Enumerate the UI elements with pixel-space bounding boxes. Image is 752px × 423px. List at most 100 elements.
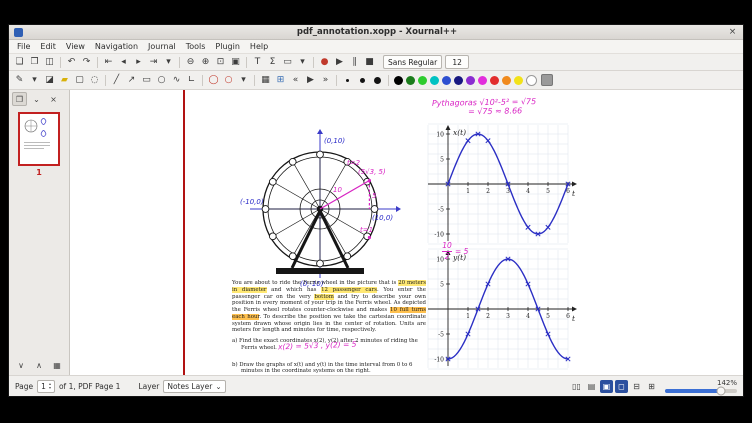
ellipse-shape-icon[interactable]: ○ bbox=[155, 74, 168, 87]
thickness-fine-icon[interactable] bbox=[341, 74, 354, 87]
audio-record-icon[interactable]: ● bbox=[318, 56, 331, 69]
color-magenta[interactable] bbox=[478, 76, 487, 85]
eraser-tool-icon[interactable]: ◪ bbox=[43, 74, 56, 87]
audio-playback-icon[interactable]: ▶ bbox=[304, 74, 317, 87]
font-size-input[interactable]: 12 bbox=[445, 55, 469, 69]
select-rect-icon[interactable]: ▢ bbox=[73, 74, 86, 87]
audio-forward-icon[interactable]: » bbox=[319, 74, 332, 87]
color-teal[interactable] bbox=[430, 76, 439, 85]
sidebar: ❐⌄× 1 ∨∧▦ bbox=[9, 90, 70, 375]
note-height: 5 bbox=[372, 192, 377, 200]
select-lasso-icon[interactable]: ◌ bbox=[88, 74, 101, 87]
toolbar-main-icons: ❏❐◫↶↷⇤◂▸⇥▾⊖⊕⊡▣TΣ▭▾●▶∥■ bbox=[12, 56, 377, 69]
font-selector[interactable]: Sans Regular bbox=[383, 55, 442, 69]
color-dark-green[interactable] bbox=[406, 76, 415, 85]
menu-item-help[interactable]: Help bbox=[245, 41, 273, 52]
zoom-out-icon[interactable]: ⊖ bbox=[184, 56, 197, 69]
item-b: b) Draw the graphs of x(t) and y(t) in t… bbox=[232, 362, 426, 376]
dual-page-view-icon[interactable]: ▯▯ bbox=[570, 380, 583, 393]
layer-selector[interactable]: Notes Layer ⌄ bbox=[163, 380, 225, 393]
page-number-input[interactable]: 1 ▴▾ bbox=[37, 380, 55, 393]
shape-menu-icon[interactable]: ▾ bbox=[296, 56, 309, 69]
audio-play-icon[interactable]: ▶ bbox=[333, 56, 346, 69]
move-page-up-icon[interactable]: ∧ bbox=[32, 358, 47, 372]
audio-rewind-icon[interactable]: « bbox=[289, 74, 302, 87]
page-thumbnail[interactable] bbox=[18, 112, 60, 166]
arrow-shape-icon[interactable]: ↗ bbox=[125, 74, 138, 87]
svg-text:3: 3 bbox=[506, 313, 510, 320]
previous-page-icon[interactable]: ◂ bbox=[117, 56, 130, 69]
page-preview-tab-icon[interactable]: ❐ bbox=[12, 92, 27, 106]
shape-recognizer-icon[interactable]: ◯ bbox=[207, 74, 220, 87]
highlighter-tool-icon[interactable]: ▰ bbox=[58, 74, 71, 87]
color-black[interactable] bbox=[394, 76, 403, 85]
open-document-icon[interactable]: ❐ bbox=[28, 56, 41, 69]
undo-icon[interactable]: ↶ bbox=[65, 56, 78, 69]
sidebar-close-icon[interactable]: × bbox=[46, 92, 61, 106]
tool-menu-icon[interactable]: ▾ bbox=[237, 74, 250, 87]
color-red[interactable] bbox=[490, 76, 499, 85]
menu-item-file[interactable]: File bbox=[12, 41, 35, 52]
pen-tool-icon[interactable]: ✎ bbox=[13, 74, 26, 87]
grid-layout-icon[interactable]: ▤ bbox=[585, 380, 598, 393]
image-tool-icon[interactable]: ▦ bbox=[259, 74, 272, 87]
presentation-mode-icon[interactable]: ▣ bbox=[600, 380, 613, 393]
new-document-icon[interactable]: ❏ bbox=[13, 56, 26, 69]
draw-circle-icon[interactable]: ○ bbox=[222, 74, 235, 87]
coordinate-system-icon[interactable]: ∟ bbox=[185, 74, 198, 87]
first-page-icon[interactable]: ⇤ bbox=[102, 56, 115, 69]
margin-line bbox=[183, 90, 185, 375]
color-yellow[interactable] bbox=[514, 76, 523, 85]
zoom-fit-icon[interactable]: ⊡ bbox=[214, 56, 227, 69]
svg-text:6: 6 bbox=[566, 313, 570, 320]
paragraph-text: . To describe the position we take the c… bbox=[232, 314, 426, 334]
color-orange[interactable] bbox=[502, 76, 511, 85]
page-menu-icon[interactable]: ▾ bbox=[162, 56, 175, 69]
sidebar-menu-icon[interactable]: ⌄ bbox=[29, 92, 44, 106]
thickness-medium-icon[interactable] bbox=[356, 74, 369, 87]
window-close-button[interactable]: × bbox=[727, 27, 738, 37]
rectangle-shape-icon[interactable]: ▭ bbox=[140, 74, 153, 87]
zoom-in-icon[interactable]: ⊕ bbox=[199, 56, 212, 69]
color-blue[interactable] bbox=[442, 76, 451, 85]
math-tex-icon[interactable]: Σ bbox=[266, 56, 279, 69]
redo-icon[interactable]: ↷ bbox=[80, 56, 93, 69]
color-white[interactable] bbox=[526, 75, 537, 86]
thickness-thick-icon[interactable] bbox=[371, 74, 384, 87]
menu-item-plugin[interactable]: Plugin bbox=[210, 41, 245, 52]
status-bar: Page 1 ▴▾ of 1, PDF Page 1 Layer Notes L… bbox=[9, 375, 743, 396]
pen-options-icon[interactable]: ▾ bbox=[28, 74, 41, 87]
color-picker-icon[interactable] bbox=[541, 74, 553, 86]
toolbar-main: ❏❐◫↶↷⇤◂▸⇥▾⊖⊕⊡▣TΣ▭▾●▶∥■ Sans Regular 12 bbox=[9, 54, 743, 71]
zoom-out-button[interactable]: ⊟ bbox=[630, 380, 643, 393]
ruler-line-icon[interactable]: ╱ bbox=[110, 74, 123, 87]
sidebar-bottom-toolbar: ∨∧▦ bbox=[11, 355, 68, 375]
color-navy[interactable] bbox=[454, 76, 463, 85]
fullscreen-icon[interactable]: ◻ bbox=[615, 380, 628, 393]
color-green[interactable] bbox=[418, 76, 427, 85]
shape-tool-icon[interactable]: ▭ bbox=[281, 56, 294, 69]
spline-shape-icon[interactable]: ∿ bbox=[170, 74, 183, 87]
menu-item-view[interactable]: View bbox=[61, 41, 90, 52]
next-page-icon[interactable]: ▸ bbox=[132, 56, 145, 69]
color-purple[interactable] bbox=[466, 76, 475, 85]
text-tool-icon[interactable]: T bbox=[251, 56, 264, 69]
last-page-icon[interactable]: ⇥ bbox=[147, 56, 160, 69]
move-page-down-icon[interactable]: ∨ bbox=[14, 358, 29, 372]
audio-stop-icon[interactable]: ■ bbox=[363, 56, 376, 69]
zoom-slider-handle[interactable] bbox=[717, 387, 726, 396]
audio-pause-icon[interactable]: ∥ bbox=[348, 56, 361, 69]
save-icon[interactable]: ◫ bbox=[43, 56, 56, 69]
menu-item-navigation[interactable]: Navigation bbox=[90, 41, 143, 52]
zoom-in-button[interactable]: ⊞ bbox=[645, 380, 658, 393]
zoom-slider[interactable] bbox=[665, 389, 737, 393]
menu-item-tools[interactable]: Tools bbox=[181, 41, 211, 52]
zoom-original-icon[interactable]: ▣ bbox=[229, 56, 242, 69]
grid-view-icon[interactable]: ▦ bbox=[50, 358, 65, 372]
window-title: pdf_annotation.xopp - Xournal++ bbox=[27, 27, 727, 37]
page-spinner-arrows[interactable]: ▴▾ bbox=[49, 382, 51, 390]
menu-item-edit[interactable]: Edit bbox=[35, 41, 61, 52]
snap-grid-icon[interactable]: ⊞ bbox=[274, 74, 287, 87]
menu-item-journal[interactable]: Journal bbox=[143, 41, 181, 52]
document-canvas[interactable]: (0,10) (-10,0) (10,0) (0,-10) t=2 (5√3, … bbox=[70, 90, 743, 375]
